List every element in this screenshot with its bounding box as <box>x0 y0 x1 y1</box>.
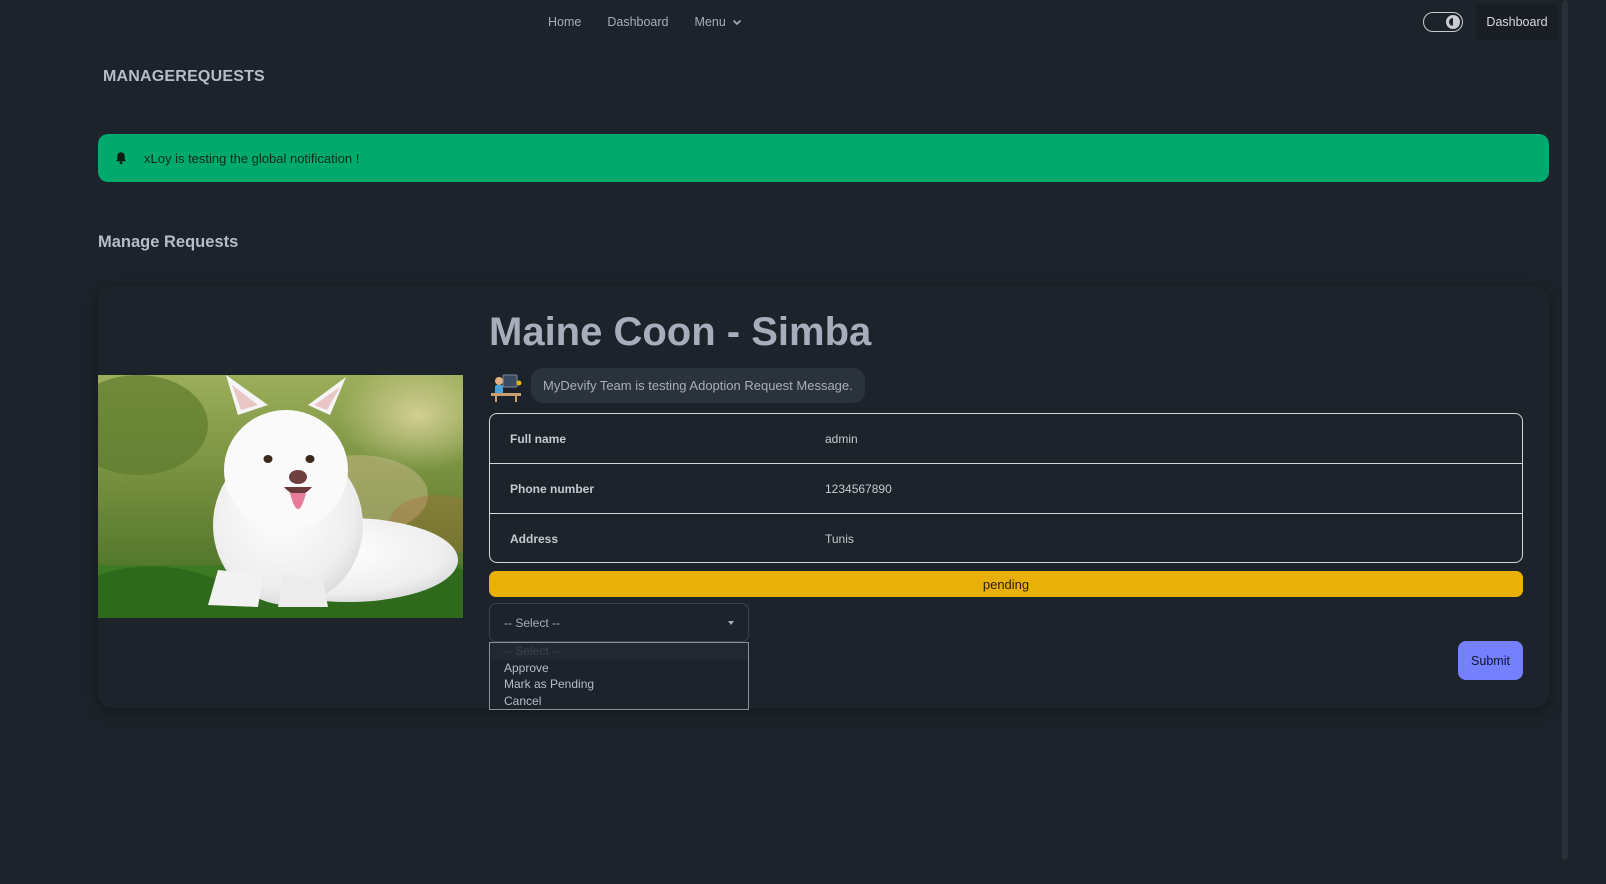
option-cancel[interactable]: Cancel <box>490 693 748 710</box>
field-value: Tunis <box>825 532 854 546</box>
global-notification: xLoy is testing the global notification … <box>98 134 1549 182</box>
option-placeholder: -- Select -- <box>490 643 748 660</box>
field-value: 1234567890 <box>825 481 892 496</box>
field-label: Address <box>510 532 559 546</box>
top-nav: Home Dashboard Menu Dashboard <box>0 0 1606 46</box>
field-label: Full name <box>510 431 567 446</box>
action-select[interactable]: -- Select -- <box>489 603 749 642</box>
notification-text: xLoy is testing the global notification … <box>144 150 360 166</box>
field-label: Phone number <box>510 481 595 496</box>
table-row: Address Tunis <box>490 514 1522 562</box>
field-value: admin <box>825 431 858 446</box>
table-row: Full name admin <box>490 414 1522 464</box>
status-badge: pending <box>489 571 1523 597</box>
submit-button[interactable]: Submit <box>1458 641 1523 680</box>
section-title: Manage Requests <box>98 233 239 251</box>
chevron-down-icon <box>732 19 741 26</box>
nav-link-home[interactable]: Home <box>548 15 581 29</box>
select-value: -- Select -- <box>504 615 561 630</box>
scrollbar-thumb[interactable] <box>1562 0 1568 860</box>
bell-icon <box>116 152 126 165</box>
requester-info-table: Full name admin Phone number 1234567890 … <box>489 413 1523 563</box>
message-bubble: MyDevify Team is testing Adoption Reques… <box>531 368 865 403</box>
option-mark-pending[interactable]: Mark as Pending <box>490 676 748 693</box>
pet-title: Maine Coon - Simba <box>489 310 872 354</box>
table-row: Phone number 1234567890 <box>490 464 1522 514</box>
nav-menu-dropdown[interactable]: Menu <box>695 15 742 29</box>
nav-links: Home Dashboard Menu <box>548 15 768 29</box>
page-scrollbar[interactable] <box>1562 0 1568 860</box>
dashboard-button[interactable]: Dashboard <box>1476 4 1558 40</box>
option-approve[interactable]: Approve <box>490 660 748 677</box>
dog-image <box>98 375 463 618</box>
nav-link-dashboard[interactable]: Dashboard <box>607 15 668 29</box>
brand-title[interactable]: MANAGEREQUESTS <box>103 68 265 86</box>
theme-toggle-knob-icon <box>1446 14 1460 29</box>
nav-menu-label: Menu <box>694 15 726 29</box>
team-avatar-icon <box>491 374 522 402</box>
adoption-message: MyDevify Team is testing Adoption Reques… <box>489 368 865 403</box>
action-dropdown-list: -- Select -- Approve Mark as Pending Can… <box>489 642 749 710</box>
theme-toggle[interactable] <box>1423 12 1463 32</box>
pet-photo <box>98 375 463 618</box>
caret-down-icon <box>728 621 734 625</box>
